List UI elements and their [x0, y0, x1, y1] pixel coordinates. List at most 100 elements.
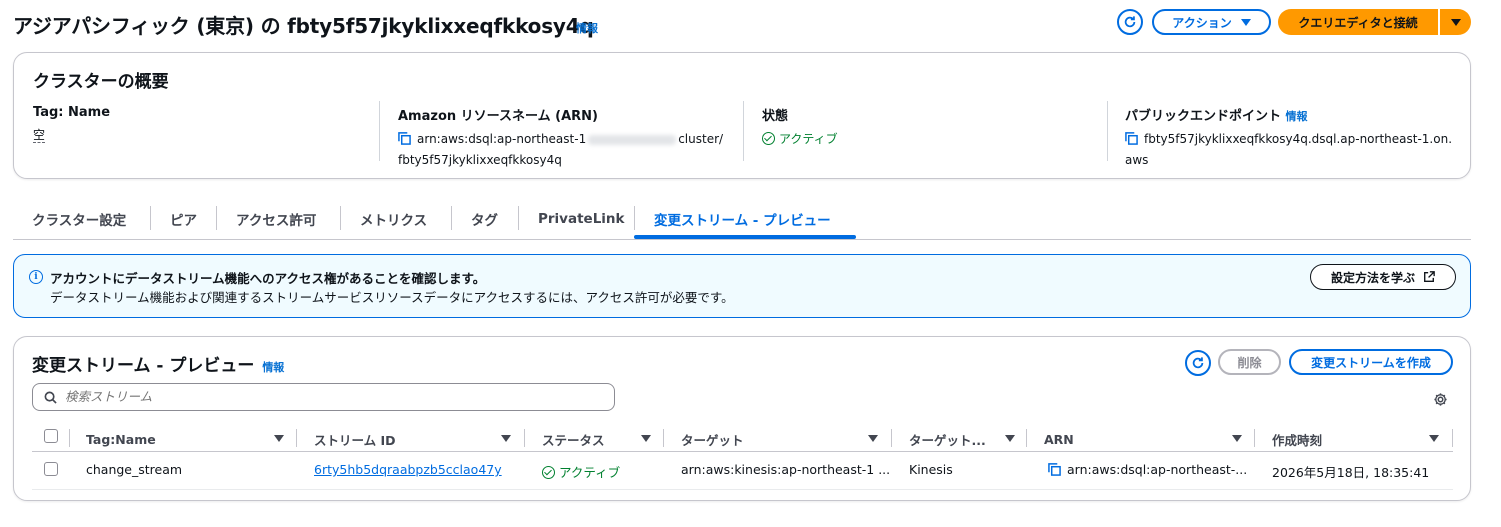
cell-arn-text: arn:aws:dsql:ap-northeast-...: [1067, 462, 1248, 477]
endpoint-label-row: パブリックエンドポイント 情報: [1125, 105, 1452, 124]
table-header-divider: [32, 451, 1453, 452]
column-header-tag-name[interactable]: Tag:Name: [86, 429, 156, 449]
refresh-icon: [1192, 357, 1204, 369]
status-label: 状態: [762, 109, 789, 124]
streams-title-row: 変更ストリーム - プレビュー 情報: [32, 351, 284, 376]
tab-tags[interactable]: タグ: [471, 200, 498, 238]
sort-caret-icon[interactable]: [641, 435, 651, 442]
active-tab-indicator: [634, 235, 856, 239]
refresh-icon: [1124, 16, 1136, 28]
column-divider: [1452, 429, 1453, 447]
learn-setup-button[interactable]: 設定方法を学ぶ: [1310, 264, 1456, 290]
sort-caret-icon[interactable]: [274, 435, 284, 442]
arn-field: Amazon リソースネーム (ARN) arn:aws:dsql:ap-nor…: [398, 105, 723, 170]
tag-name-label: Tag: Name: [33, 105, 111, 120]
tag-name-field: Tag: Name 空: [33, 105, 110, 145]
divider: [379, 101, 380, 161]
cell-tag-name: change_stream: [86, 462, 183, 477]
tab-divider: [451, 206, 452, 230]
tag-name-value: 空: [33, 126, 110, 145]
column-divider: [1026, 429, 1027, 447]
check-circle-icon: [542, 466, 555, 479]
streams-info-link[interactable]: 情報: [262, 361, 284, 374]
tab-divider: [518, 206, 519, 230]
column-header-target-type[interactable]: ターゲット...: [909, 429, 986, 449]
arn-label: Amazon リソースネーム (ARN): [398, 109, 598, 124]
status-field: 状態 アクティブ: [762, 105, 838, 149]
info-icon: i: [29, 270, 43, 284]
sort-caret-icon[interactable]: [1005, 435, 1015, 442]
endpoint-line1: fbty5f57jkyklixxeqfkkosy4q.dsql.ap-north…: [1144, 132, 1453, 146]
actions-button[interactable]: アクション: [1152, 9, 1271, 35]
caret-down-icon: [1450, 18, 1461, 26]
tab-cluster-settings[interactable]: クラスター設定: [32, 200, 126, 238]
column-divider: [69, 429, 70, 447]
column-header-target[interactable]: ターゲット: [681, 429, 744, 449]
search-input[interactable]: [65, 389, 605, 404]
actions-label: アクション: [1172, 15, 1232, 30]
info-alert: i アカウントにデータストリーム機能へのアクセス権があることを確認します。 デー…: [13, 254, 1471, 318]
tag-name-empty: 空: [33, 128, 46, 143]
sort-caret-icon[interactable]: [868, 435, 878, 442]
overview-title: クラスターの概要: [33, 72, 169, 92]
column-divider: [891, 429, 892, 447]
page-title: アジアパシフィック (東京) の fbty5f57jkyklixxeqfkkos…: [13, 14, 594, 38]
copy-icon[interactable]: [1048, 463, 1061, 479]
tab-divider: [340, 206, 341, 230]
column-header-arn[interactable]: ARN: [1044, 429, 1074, 449]
cell-arn: arn:aws:dsql:ap-northeast-...: [1048, 462, 1247, 479]
endpoint-value: fbty5f57jkyklixxeqfkkosy4q.dsql.ap-north…: [1125, 130, 1452, 170]
alert-title: アカウントにデータストリーム機能へのアクセス権があることを確認します。: [50, 271, 486, 286]
refresh-button[interactable]: [1117, 9, 1143, 35]
column-divider: [1254, 429, 1255, 447]
connect-dropdown-button[interactable]: [1440, 9, 1471, 35]
column-divider: [296, 429, 297, 447]
cell-target: arn:aws:kinesis:ap-northeast-1 ...: [681, 462, 891, 477]
copy-icon[interactable]: [398, 132, 411, 151]
learn-setup-label: 設定方法を学ぶ: [1330, 270, 1415, 285]
external-link-icon: [1424, 271, 1435, 282]
title-info-link[interactable]: 情報: [576, 20, 598, 36]
tab-peers[interactable]: ピア: [170, 200, 197, 238]
connect-query-editor-button[interactable]: クエリエディタと接続: [1278, 9, 1438, 35]
search-icon: [44, 391, 57, 404]
settings-gear-icon[interactable]: [1433, 392, 1448, 407]
change-streams-card: 変更ストリーム - プレビュー 情報 削除 変更ストリームを作成 Tag:Nam…: [13, 336, 1471, 501]
copy-icon[interactable]: [1125, 132, 1138, 151]
connect-label: クエリエディタと接続: [1298, 15, 1418, 30]
select-all-checkbox[interactable]: [44, 429, 58, 443]
endpoint-field: パブリックエンドポイント 情報 fbty5f57jkyklixxeqfkkosy…: [1125, 105, 1452, 170]
tab-divider: [216, 206, 217, 230]
tab-bar: クラスター設定 ピア アクセス許可 メトリクス タグ PrivateLink 変…: [13, 200, 1471, 240]
tab-change-streams[interactable]: 変更ストリーム - プレビュー: [654, 200, 831, 238]
arn-line2: fbty5f57jkyklixxeqfkkosy4q: [398, 153, 562, 167]
search-box: [32, 383, 615, 411]
delete-button[interactable]: 削除: [1218, 349, 1281, 375]
endpoint-info-link[interactable]: 情報: [1286, 110, 1308, 123]
tab-metrics[interactable]: メトリクス: [360, 200, 427, 238]
row-checkbox[interactable]: [44, 462, 58, 476]
column-header-status[interactable]: ステータス: [542, 429, 605, 449]
sort-caret-icon[interactable]: [1429, 435, 1439, 442]
endpoint-line2: aws: [1125, 153, 1149, 167]
sort-caret-icon[interactable]: [1232, 435, 1242, 442]
row-divider: [32, 489, 1453, 490]
arn-line1-prefix: arn:aws:dsql:ap-northeast-1: [417, 132, 587, 146]
streams-refresh-button[interactable]: [1185, 350, 1211, 376]
sort-caret-icon[interactable]: [501, 435, 511, 442]
tab-privatelink[interactable]: PrivateLink: [538, 200, 625, 238]
column-divider: [524, 429, 525, 447]
divider: [743, 101, 744, 161]
column-header-stream-id[interactable]: ストリーム ID: [314, 429, 396, 449]
alert-body: データストリーム機能および関連するストリームサービスリソースデータにアクセスする…: [50, 290, 734, 305]
tab-access-permissions[interactable]: アクセス許可: [236, 200, 316, 238]
redacted-account-id: [588, 134, 677, 145]
status-value: アクティブ: [762, 130, 838, 149]
column-header-created[interactable]: 作成時刻: [1272, 429, 1322, 449]
create-stream-button[interactable]: 変更ストリームを作成: [1289, 349, 1453, 375]
cell-created: 2026年5月18日, 18:35:41: [1272, 465, 1430, 480]
tab-divider: [634, 206, 635, 230]
delete-label: 削除: [1237, 355, 1262, 370]
tab-divider: [150, 206, 151, 230]
stream-id-link[interactable]: 6rty5hb5dqraabpzb5cclao47y: [314, 462, 502, 477]
